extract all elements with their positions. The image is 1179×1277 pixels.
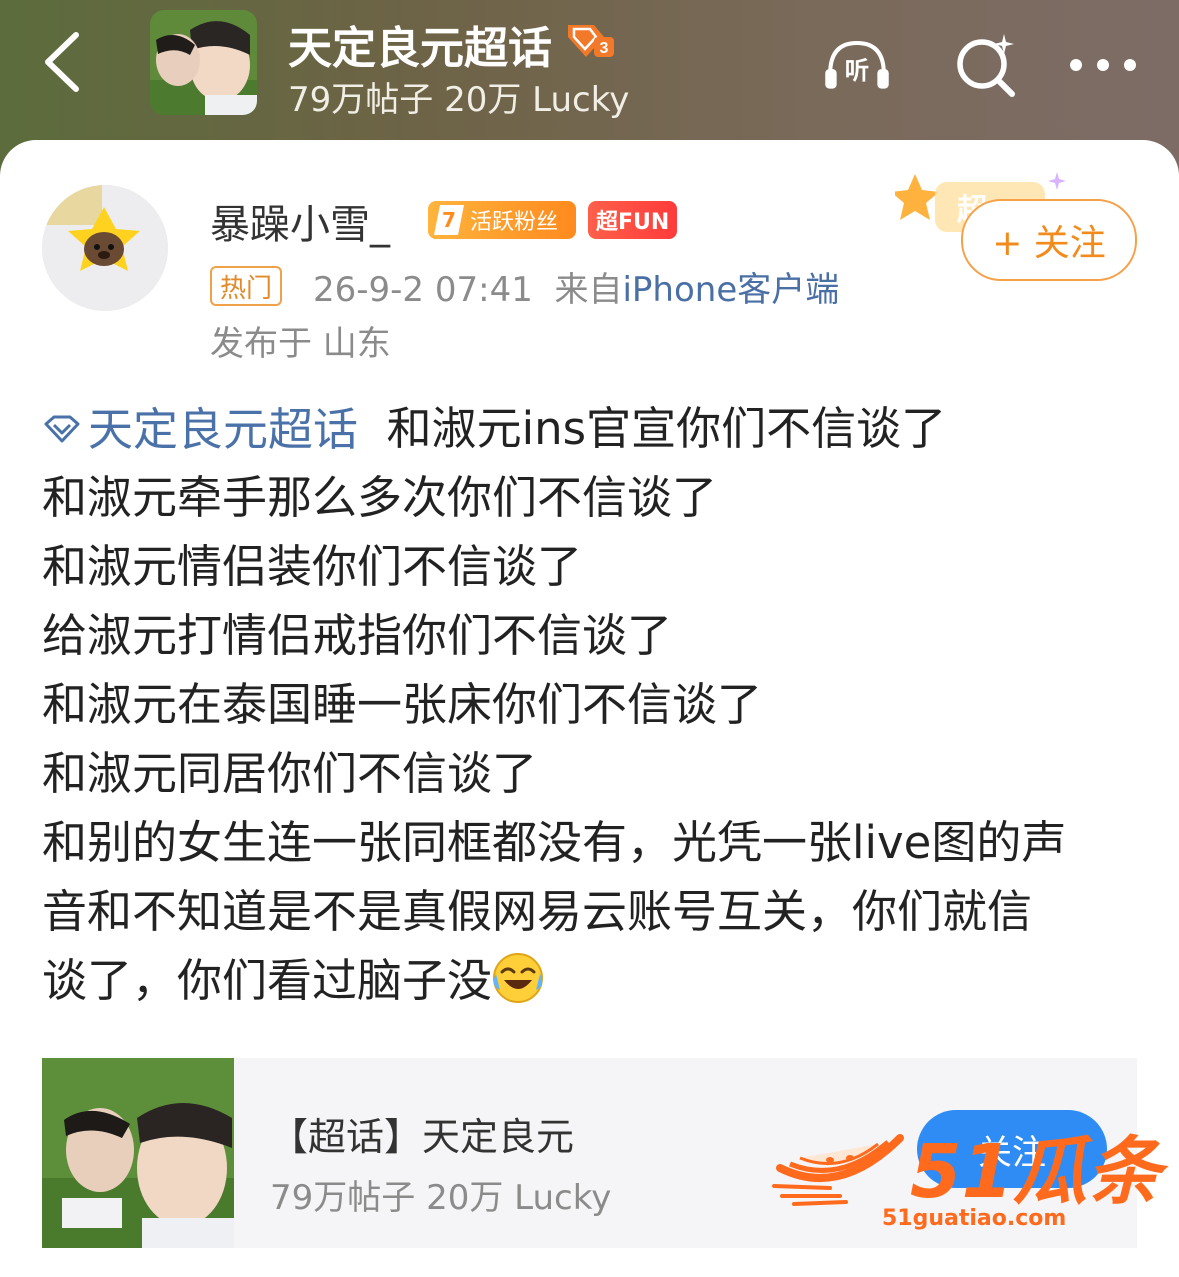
post-meta: 26-9-2 07:41 来自iPhone客户端	[313, 262, 839, 311]
listen-icon[interactable]: 听	[822, 30, 892, 100]
follow-button[interactable]: + 关注	[961, 199, 1137, 281]
laughing-crying-emoji-icon	[493, 953, 544, 1003]
source-prefix: 来自	[554, 270, 623, 310]
content-line: 和淑元同居你们不信谈了	[42, 747, 538, 800]
link-card-title: 【超话】天定良元	[270, 1115, 575, 1159]
supertopic-link[interactable]: 天定良元超话	[42, 395, 358, 464]
watermark-logo: 51瓜条 51guatiao.com	[770, 1108, 1161, 1231]
fan-level-number: 7	[434, 205, 464, 235]
watermark-url: 51guatiao.com	[882, 1206, 1067, 1231]
content-line: 和别的女生连一张同框都没有，光凭一张live图的声	[42, 816, 1067, 869]
header-subtitle: 79万帖子 20万 Lucky	[288, 80, 630, 120]
svg-text:3: 3	[600, 40, 609, 57]
fan-level-badge[interactable]: 7 活跃粉丝	[428, 201, 576, 239]
more-icon[interactable]	[1068, 30, 1138, 100]
content-line: 和淑元在泰国睡一张床你们不信谈了	[42, 678, 763, 731]
super-fun-badge[interactable]: 超FUN	[588, 201, 678, 239]
content-line: 给淑元打情侣戒指你们不信谈了	[42, 609, 673, 662]
watermark-number: 51	[910, 1129, 1013, 1215]
content-text: 和淑元ins官宣你们不信谈了	[386, 402, 947, 455]
post-location: 发布于 山东	[210, 324, 391, 364]
search-icon[interactable]	[950, 30, 1020, 100]
level-badge-icon: 3	[564, 19, 616, 70]
content-line: 音和不知道是不是真假网易云账号互关，你们就信	[42, 885, 1033, 938]
fan-badge-label: 活跃粉丝	[470, 210, 559, 235]
hot-tag: 热门	[210, 266, 283, 306]
avatar[interactable]	[42, 185, 168, 311]
source-device[interactable]: iPhone客户端	[622, 270, 839, 310]
content-line: 和淑元牵手那么多次你们不信谈了	[42, 471, 718, 524]
content-line-last: 谈了，你们看过脑子没	[42, 946, 1142, 1015]
content-line: 和淑元情侣装你们不信谈了	[42, 540, 583, 593]
content-text: 谈了，你们看过脑子没	[42, 954, 493, 1007]
header-title-text: 天定良元超话	[288, 23, 552, 74]
watermark-text: 51瓜条	[910, 1112, 1161, 1219]
link-card-thumbnail	[42, 1058, 234, 1248]
supertopic-link-text: 天定良元超话	[88, 402, 359, 456]
supertopic-diamond-icon	[44, 415, 80, 443]
timestamp: 26-9-2 07:41	[313, 270, 533, 310]
content-line-first: 天定良元超话 和淑元ins官宣你们不信谈了	[42, 394, 1142, 463]
watermelon-logo-icon	[772, 1134, 904, 1206]
post-content: 天定良元超话 和淑元ins官宣你们不信谈了 和淑元牵手那么多次你们不信谈了 和淑…	[42, 394, 1142, 1015]
username[interactable]: 暴躁小雪_	[210, 192, 390, 250]
svg-text:听: 听	[845, 56, 869, 85]
link-card-subtitle: 79万帖子 20万 Lucky	[270, 1178, 612, 1218]
supertopic-thumbnail[interactable]	[150, 10, 257, 115]
back-arrow-icon[interactable]	[32, 30, 92, 94]
watermark-brand: 瓜条	[1012, 1129, 1161, 1215]
header-title: 天定良元超话 3	[288, 12, 616, 76]
